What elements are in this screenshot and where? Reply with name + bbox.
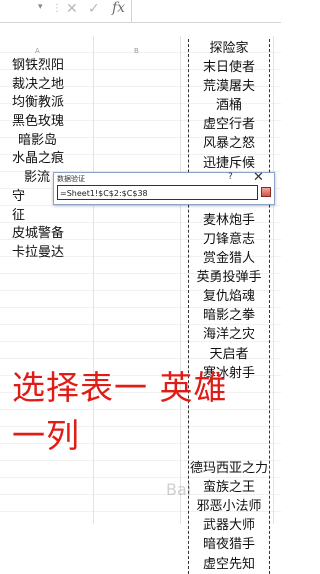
cell-a[interactable]: 黑色玫瑰 [12, 113, 64, 132]
cell-d[interactable]: 英勇投弹手 [189, 268, 269, 287]
caption-line-2: 一列 [12, 416, 80, 455]
cell-d[interactable]: 蛮族之王 [189, 478, 269, 497]
cell-d[interactable]: 德玛西亚之力 [189, 459, 269, 478]
cell-d[interactable]: 麦林炮手 [189, 211, 269, 230]
cell-a[interactable]: 钢铁烈阳 [12, 57, 64, 76]
cell-d[interactable]: 海洋之灾 [189, 325, 269, 344]
cell-a[interactable]: 裁决之地 [12, 76, 64, 95]
cell-d[interactable]: 刀锋意志 [189, 230, 269, 249]
enter-check-icon[interactable]: ✓ [88, 1, 100, 17]
cell-a[interactable]: 皮城警备 [12, 225, 64, 244]
help-icon[interactable]: ? [228, 172, 233, 182]
watermark: Bai [166, 480, 192, 499]
cancel-icon[interactable]: ✕ [66, 1, 78, 17]
cell-d[interactable]: 邪恶小法师 [189, 497, 269, 516]
cell-d[interactable]: 虚空行者 [189, 115, 269, 134]
cell-a[interactable]: 暗影岛 [12, 132, 64, 151]
cell-d[interactable]: 复仇焰魂 [189, 287, 269, 306]
cell-d[interactable]: 暗夜猎手 [189, 535, 269, 554]
caption-line-1: 选择表一 英雄 [12, 368, 228, 407]
cell-d[interactable]: 暗影之拳 [189, 306, 269, 325]
instruction-caption: 选择表一 英雄 一列 [12, 364, 228, 460]
formula-bar: ▾ ⋮ ✕ ✓ fx [0, 0, 282, 23]
data-validation-dialog: 数据验证 ? ✕ =Sheet1!$C$2:$C$38 [53, 170, 275, 205]
cell-d[interactable]: 酒桶 [189, 96, 269, 115]
close-icon[interactable]: ✕ [253, 170, 264, 185]
cell-d[interactable]: 赏金猎人 [189, 249, 269, 268]
cell-d[interactable]: 虚空先知 [189, 555, 269, 574]
expand-dialog-icon[interactable] [261, 187, 271, 197]
hero-column-selection[interactable]: 探险家 末日使者 荒漠屠夫 酒桶 虚空行者 风暴之怒 迅捷斥候 麦林炮手 刀锋意… [188, 39, 270, 574]
cell-d[interactable]: 天启者 [189, 345, 269, 364]
cell-d[interactable]: 探险家 [189, 39, 269, 58]
insert-function-icon[interactable]: fx [112, 0, 125, 16]
cell-a[interactable]: 水晶之痕 [12, 150, 64, 169]
cell-a[interactable]: 卡拉曼达 [12, 244, 64, 263]
dialog-title: 数据验证 [57, 175, 85, 183]
name-box-dropdown-icon[interactable]: ▾ [38, 2, 43, 12]
column-header-a[interactable]: A [35, 47, 40, 55]
column-divider [273, 36, 274, 524]
cell-a[interactable]: 征 [12, 207, 64, 226]
cell-d[interactable]: 末日使者 [189, 58, 269, 77]
cell-a[interactable]: 均衡教派 [12, 94, 64, 113]
formula-bar-separator: ⋮ [52, 3, 62, 14]
formula-input[interactable] [131, 0, 282, 22]
source-range-input[interactable]: =Sheet1!$C$2:$C$38 [57, 185, 258, 200]
cell-d[interactable]: 荒漠屠夫 [189, 77, 269, 96]
column-a-list: 钢铁烈阳 裁决之地 均衡教派 黑色玫瑰 暗影岛 水晶之痕 影流 守 征 皮城警备… [12, 57, 64, 263]
column-header-b[interactable]: B [134, 47, 139, 55]
cell-d[interactable]: 武器大师 [189, 516, 269, 535]
cell-d[interactable]: 风暴之怒 [189, 134, 269, 153]
